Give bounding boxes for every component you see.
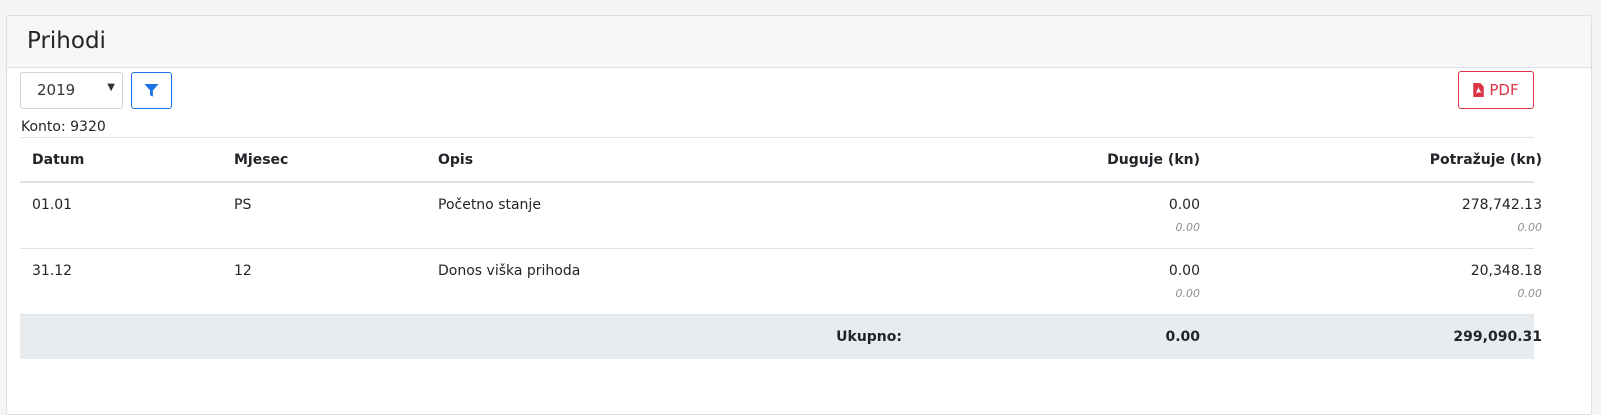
filter-icon [144,83,159,97]
income-table: Datum Mjesec Opis Duguje (kn) Potražuje … [20,138,1542,359]
header-mjesec[interactable]: Mjesec [234,152,288,168]
cell-duguje: 0.00 [1168,197,1200,213]
cell-potrazuje-sub: 0.00 [1517,221,1543,234]
total-duguje: 0.00 [1165,329,1200,345]
file-pdf-icon [1473,83,1485,97]
header-potrazuje[interactable]: Potražuje (kn) [1430,152,1542,168]
cell-potrazuje-sub: 0.00 [1517,287,1543,300]
cell-duguje-sub: 0.00 [1175,221,1201,234]
table-row: 31.12 12 Donos viška prihoda 0.00 0.00 2… [20,249,1542,315]
konto-label: Konto: 9320 [21,119,106,135]
pdf-button-label: PDF [1489,81,1519,99]
cell-datum: 31.12 [32,263,73,279]
page-title: Prihodi [27,28,106,54]
total-potrazuje: 299,090.31 [1453,329,1542,345]
year-select[interactable]: 2019 ▼ [20,72,123,109]
table-total-row: Ukupno: 0.00 299,090.31 [20,315,1542,359]
cell-opis: Početno stanje [438,197,541,213]
cell-mjesec: 12 [234,263,252,279]
chevron-down-icon: ▼ [107,82,115,93]
cell-duguje: 0.00 [1168,263,1200,279]
cell-mjesec: PS [234,197,252,213]
cell-potrazuje: 20,348.18 [1470,263,1542,279]
header-datum[interactable]: Datum [32,152,84,168]
header-duguje[interactable]: Duguje (kn) [1107,152,1200,168]
filter-button[interactable] [131,72,172,109]
card-header: Prihodi [7,16,1591,68]
pdf-export-button[interactable]: PDF [1458,71,1534,109]
table-header-row: Datum Mjesec Opis Duguje (kn) Potražuje … [20,138,1542,183]
table-row: 01.01 PS Početno stanje 0.00 0.00 278,74… [20,183,1542,249]
cell-opis: Donos viška prihoda [438,263,581,279]
total-label: Ukupno: [836,329,902,345]
year-select-value: 2019 [37,81,76,99]
cell-potrazuje: 278,742.13 [1461,197,1542,213]
header-opis[interactable]: Opis [438,152,473,168]
cell-datum: 01.01 [32,197,73,213]
cell-duguje-sub: 0.00 [1175,287,1201,300]
